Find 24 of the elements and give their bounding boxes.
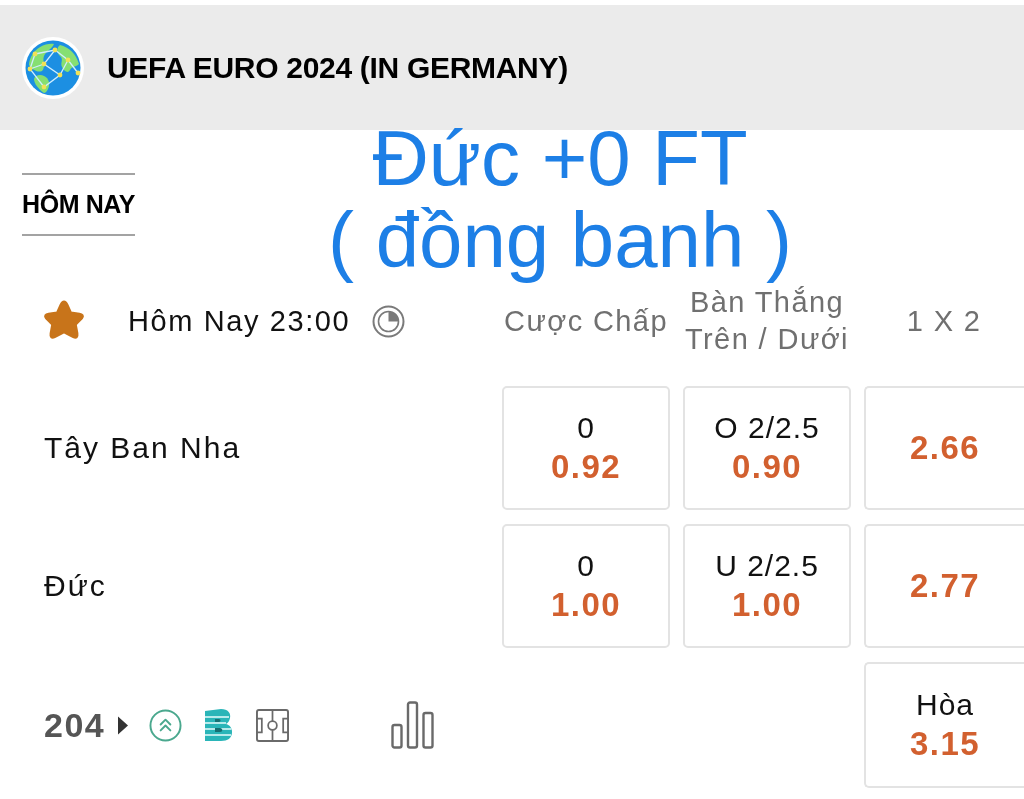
pitch-icon[interactable] bbox=[256, 708, 290, 742]
draw-odds-button[interactable]: Hòa 3.15 bbox=[864, 662, 1024, 788]
bar-chart-icon[interactable] bbox=[391, 701, 436, 749]
team-name: Đức bbox=[43, 569, 107, 603]
tab[interactable]: HÔM NAY bbox=[22, 173, 135, 236]
quarter-circle-icon bbox=[372, 304, 406, 338]
column-header: Cược Chấp bbox=[503, 303, 669, 339]
annotation-text: Đức +0 FT ( đồng banh ) bbox=[327, 117, 793, 281]
odds-button[interactable]: U 2/2.5 1.00 bbox=[683, 524, 851, 648]
double-chevron-icon[interactable] bbox=[149, 708, 183, 742]
more-markets-button[interactable]: 204 bbox=[44, 705, 129, 745]
column-header: 1 X 2 bbox=[905, 303, 983, 339]
team-name: Tây Ban Nha bbox=[43, 431, 242, 465]
kickoff-time: Hôm Nay 23:00 bbox=[128, 304, 351, 338]
odds-button[interactable]: 2.77 bbox=[864, 524, 1024, 648]
letter-b-icon[interactable] bbox=[203, 708, 234, 742]
caret-icon bbox=[118, 715, 129, 735]
competition-title: UEFA EURO 2024 (IN GERMANY) bbox=[107, 50, 568, 85]
odds-button[interactable]: O 2/2.5 0.90 bbox=[683, 386, 851, 510]
odds-button[interactable]: 2.66 bbox=[864, 386, 1024, 510]
odds-button[interactable]: 0 0.92 bbox=[502, 386, 670, 510]
column-header: Bàn Thắng Trên / Dưới bbox=[684, 285, 850, 357]
odds-button[interactable]: 0 1.00 bbox=[502, 524, 670, 648]
globe-icon bbox=[22, 36, 84, 99]
